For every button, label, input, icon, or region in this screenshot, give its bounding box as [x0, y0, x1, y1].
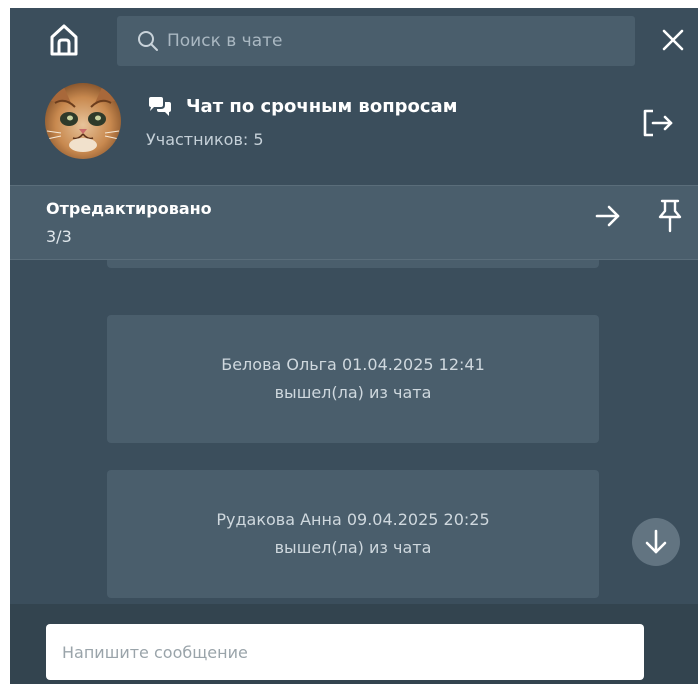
next-pinned-button[interactable] [592, 200, 624, 232]
system-message: Белова Ольга 01.04.2025 12:41 вышел(ла) … [107, 315, 599, 443]
system-message: Рудакова Анна 09.04.2025 20:25 вышел(ла)… [107, 470, 599, 598]
chat-panel: Чат по срочным вопросам Участников: 5 От… [10, 8, 698, 684]
chat-title-row: Чат по срочным вопросам [148, 96, 457, 117]
arrow-down-icon [645, 529, 667, 554]
search-input[interactable] [167, 31, 607, 51]
message-line: вышел(ла) из чата [274, 538, 432, 557]
home-button[interactable] [44, 20, 84, 60]
pin-icon [658, 199, 682, 233]
pin-button[interactable] [654, 196, 686, 236]
message-fragment [107, 260, 599, 268]
cat-avatar-image [45, 83, 121, 159]
message-line: вышел(ла) из чата [274, 383, 432, 402]
pinned-counter: 3/3 [46, 227, 72, 246]
close-button[interactable] [655, 22, 691, 58]
home-icon [50, 24, 78, 56]
message-input[interactable] [46, 624, 644, 680]
message-list[interactable]: Белова Ольга 01.04.2025 12:41 вышел(ла) … [10, 260, 698, 603]
scroll-down-button[interactable] [632, 518, 680, 566]
message-line: Белова Ольга 01.04.2025 12:41 [221, 355, 485, 374]
logout-icon [643, 109, 673, 137]
chat-title: Чат по срочным вопросам [186, 96, 458, 117]
pinned-title: Отредактировано [46, 199, 212, 218]
pinned-message-bar[interactable]: Отредактировано 3/3 [10, 185, 698, 260]
leave-chat-button[interactable] [638, 105, 678, 141]
avatar[interactable] [45, 83, 121, 159]
close-icon [662, 29, 684, 51]
participants-count[interactable]: Участников: 5 [146, 130, 264, 149]
search-box[interactable] [117, 16, 635, 66]
arrow-right-icon [595, 205, 620, 227]
message-line: Рудакова Анна 09.04.2025 20:25 [216, 510, 490, 529]
chat-bubbles-icon [149, 96, 171, 116]
composer [10, 604, 698, 684]
search-icon [137, 30, 159, 52]
